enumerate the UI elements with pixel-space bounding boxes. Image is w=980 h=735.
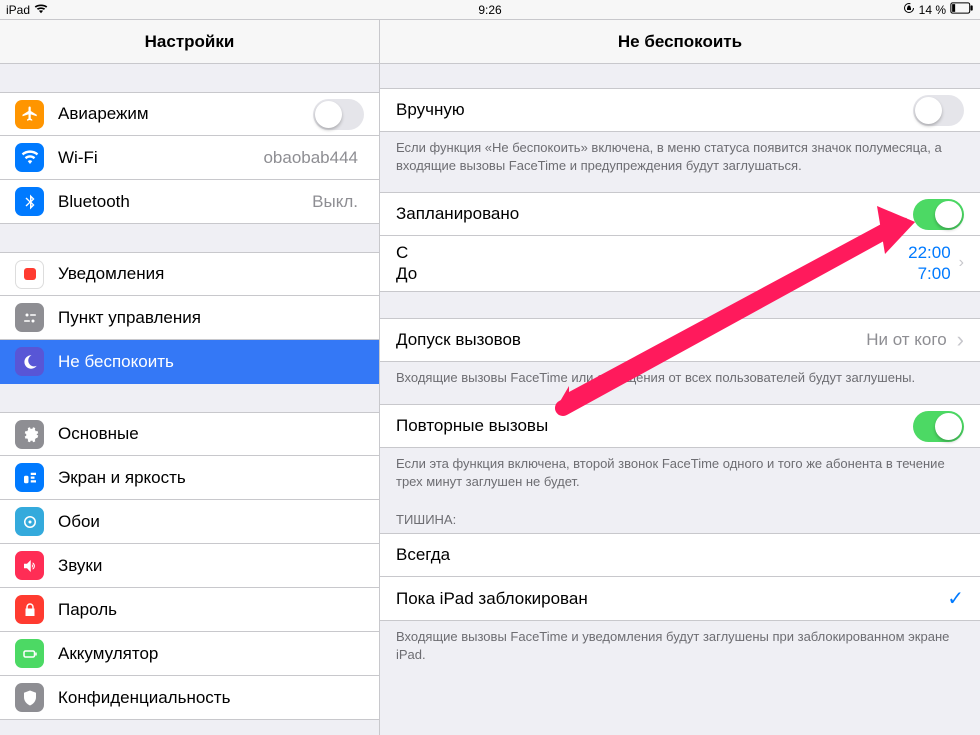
from-time: 22:00: [908, 242, 951, 263]
sidebar-title: Настройки: [0, 20, 379, 64]
repeated-calls-row[interactable]: Повторные вызовы: [380, 404, 980, 448]
display-icon: [15, 463, 44, 492]
manual-toggle[interactable]: [913, 95, 964, 126]
airplane-toggle[interactable]: [313, 99, 364, 130]
wifi-icon: [34, 3, 48, 17]
sidebar-item-label: Звуки: [58, 556, 102, 576]
sidebar-item-label: Обои: [58, 512, 100, 532]
sidebar-item-label: Не беспокоить: [58, 352, 174, 372]
silence-locked-label: Пока iPad заблокирован: [396, 589, 588, 609]
gear-icon: [15, 420, 44, 449]
manual-note: Если функция «Не беспокоить» включена, в…: [380, 132, 980, 174]
notifications-icon: [15, 260, 44, 289]
manual-label: Вручную: [396, 100, 465, 120]
sidebar-item-passcode[interactable]: Пароль: [0, 588, 379, 632]
sidebar-item-label: Аккумулятор: [58, 644, 158, 664]
sidebar-item-label: Конфиденциальность: [58, 688, 230, 708]
scheduled-toggle[interactable]: [913, 199, 964, 230]
bluetooth-icon: [15, 187, 44, 216]
sidebar-item-privacy[interactable]: Конфиденциальность: [0, 676, 379, 720]
from-label: С: [396, 242, 417, 263]
wallpaper-icon: [15, 507, 44, 536]
schedule-time-row[interactable]: С До 22:00 7:00 ›: [380, 236, 980, 292]
scheduled-label: Запланировано: [396, 204, 519, 224]
sidebar-item-display[interactable]: Экран и яркость: [0, 456, 379, 500]
status-bar: iPad 9:26 14 %: [0, 0, 980, 20]
sidebar-item-label: Экран и яркость: [58, 468, 186, 488]
battery-percent: 14 %: [919, 3, 946, 17]
repeated-calls-toggle[interactable]: [913, 411, 964, 442]
to-label: До: [396, 263, 417, 284]
silence-always-row[interactable]: Всегда: [380, 533, 980, 577]
sounds-icon: [15, 551, 44, 580]
orientation-lock-icon: [903, 2, 915, 17]
silence-locked-row[interactable]: Пока iPad заблокирован ✓: [380, 577, 980, 621]
scheduled-row[interactable]: Запланировано: [380, 192, 980, 236]
dnd-detail-pane: Не беспокоить Вручную Если функция «Не б…: [380, 20, 980, 735]
sidebar-item-airplane[interactable]: Авиарежим: [0, 92, 379, 136]
silence-header: ТИШИНА:: [380, 512, 980, 533]
settings-sidebar: Настройки Авиарежим Wi-Fi obaobab444: [0, 20, 380, 735]
sidebar-item-control-center[interactable]: Пункт управления: [0, 296, 379, 340]
silence-note: Входящие вызовы FaceTime и уведомления б…: [380, 621, 980, 663]
device-label: iPad: [6, 3, 30, 17]
sidebar-item-label: Пароль: [58, 600, 117, 620]
chevron-right-icon: ›: [959, 254, 964, 272]
status-time: 9:26: [478, 3, 501, 17]
privacy-icon: [15, 683, 44, 712]
sidebar-item-label: Bluetooth: [58, 192, 130, 212]
sidebar-item-label: Пункт управления: [58, 308, 201, 328]
lock-icon: [15, 595, 44, 624]
chevron-right-icon: ›: [957, 329, 964, 351]
sidebar-item-dnd[interactable]: Не беспокоить: [0, 340, 379, 384]
sidebar-item-wallpaper[interactable]: Обои: [0, 500, 379, 544]
manual-row[interactable]: Вручную: [380, 88, 980, 132]
wifi-app-icon: [15, 143, 44, 172]
sidebar-item-notifications[interactable]: Уведомления: [0, 252, 379, 296]
sidebar-item-sounds[interactable]: Звуки: [0, 544, 379, 588]
battery-icon: [950, 2, 974, 17]
allow-calls-label: Допуск вызовов: [396, 330, 521, 350]
airplane-icon: [15, 100, 44, 129]
allow-calls-value: Ни от кого: [866, 330, 946, 350]
repeated-calls-label: Повторные вызовы: [396, 416, 548, 436]
checkmark-icon: ✓: [947, 586, 964, 611]
sidebar-item-label: Уведомления: [58, 264, 164, 284]
sidebar-item-label: Wi-Fi: [58, 148, 98, 168]
battery-app-icon: [15, 639, 44, 668]
bluetooth-value: Выкл.: [312, 192, 358, 212]
sidebar-item-general[interactable]: Основные: [0, 412, 379, 456]
moon-icon: [15, 347, 44, 376]
repeated-calls-note: Если эта функция включена, второй звонок…: [380, 448, 980, 490]
wifi-network-value: obaobab444: [263, 148, 358, 168]
silence-always-label: Всегда: [396, 545, 450, 565]
sidebar-item-label: Авиарежим: [58, 104, 149, 124]
sidebar-item-bluetooth[interactable]: Bluetooth Выкл.: [0, 180, 379, 224]
to-time: 7:00: [918, 263, 951, 284]
allow-calls-note: Входящие вызовы FaceTime или сообщения о…: [380, 362, 980, 387]
allow-calls-row[interactable]: Допуск вызовов Ни от кого ›: [380, 318, 980, 362]
control-center-icon: [15, 303, 44, 332]
sidebar-item-label: Основные: [58, 424, 139, 444]
sidebar-item-battery[interactable]: Аккумулятор: [0, 632, 379, 676]
sidebar-item-wifi[interactable]: Wi-Fi obaobab444: [0, 136, 379, 180]
detail-title: Не беспокоить: [380, 20, 980, 64]
